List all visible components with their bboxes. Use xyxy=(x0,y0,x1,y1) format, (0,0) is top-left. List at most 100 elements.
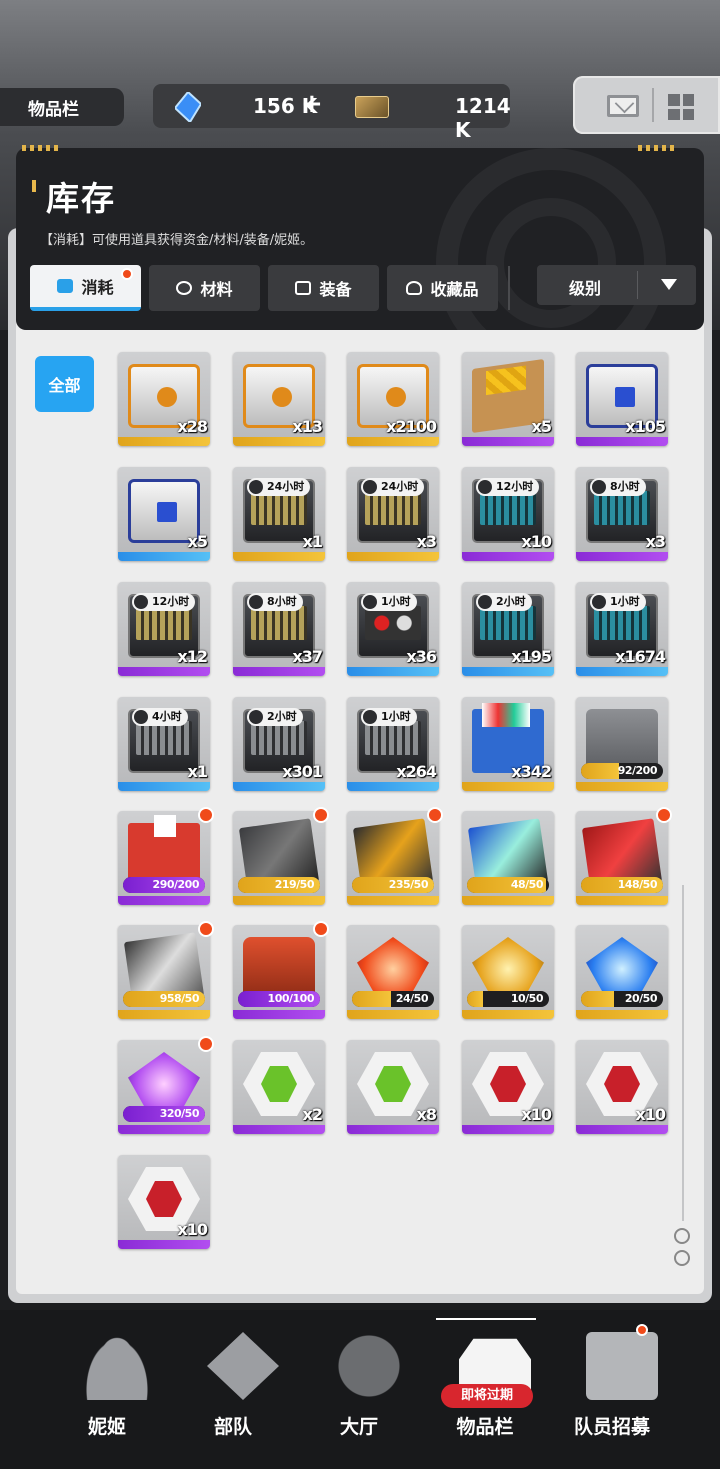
inventory-item[interactable]: x28 xyxy=(118,352,210,446)
inventory-item[interactable]: 2小时 x301 xyxy=(233,697,325,791)
rarity-bar xyxy=(462,1010,554,1019)
inventory-item[interactable]: 290/200 xyxy=(118,807,214,905)
inventory-item[interactable]: x342 xyxy=(462,697,554,791)
item-card: x2 xyxy=(233,1040,325,1134)
inventory-item[interactable]: 148/50 xyxy=(576,807,672,905)
inventory-item[interactable]: 2小时 x195 xyxy=(462,582,554,676)
filter-all-button[interactable]: 全部 xyxy=(35,356,94,412)
rarity-bar xyxy=(233,1125,325,1134)
nav-label: 部队 xyxy=(213,1416,252,1438)
tab-equipment[interactable]: 装备 xyxy=(268,265,379,311)
rarity-bar xyxy=(576,782,668,791)
item-card: 24小时 x3 xyxy=(347,467,439,561)
item-card: 12小时 x12 xyxy=(118,582,210,676)
inventory-item[interactable]: 24/50 xyxy=(347,925,439,1019)
mail-icon[interactable] xyxy=(607,95,639,117)
item-quantity: x5 xyxy=(187,532,208,551)
progress-text: 320/50 xyxy=(159,1107,200,1120)
inventory-item[interactable]: x8 xyxy=(347,1040,439,1134)
item-quantity: x105 xyxy=(625,417,666,436)
item-card: 8小时 x3 xyxy=(576,467,668,561)
add-gems-button[interactable]: + xyxy=(301,89,323,119)
item-progress: 20/50 xyxy=(581,991,663,1007)
item-progress: 148/50 xyxy=(581,877,663,893)
inventory-item[interactable]: 24小时 x1 xyxy=(233,467,325,561)
nav-item-people[interactable]: 妮姬 xyxy=(47,1320,167,1440)
inventory-item[interactable]: 8小时 x37 xyxy=(233,582,325,676)
inventory-item[interactable]: 8小时 x3 xyxy=(576,467,668,561)
inventory-item[interactable]: 958/50 xyxy=(118,921,214,1019)
inventory-item[interactable]: x13 xyxy=(233,352,325,446)
item-quantity: x10 xyxy=(521,532,552,551)
timer-badge: 2小时 xyxy=(247,708,303,726)
inventory-item[interactable]: 12小时 x10 xyxy=(462,467,554,561)
menu-grid-icon[interactable] xyxy=(668,94,694,120)
progress-text: 10/50 xyxy=(510,992,544,1005)
item-progress: 235/50 xyxy=(352,877,434,893)
item-progress: 320/50 xyxy=(123,1106,205,1122)
scroll-down-icon[interactable] xyxy=(674,1250,690,1266)
item-progress: 219/50 xyxy=(238,877,320,893)
item-card: 1小时 x264 xyxy=(347,697,439,791)
inventory-item[interactable]: x2100 xyxy=(347,352,439,446)
inventory-item[interactable]: 1小时 x36 xyxy=(347,582,439,676)
inventory-item[interactable]: 1小时 x264 xyxy=(347,697,439,791)
timer-badge: 1小时 xyxy=(361,708,417,726)
inventory-item[interactable]: x10 xyxy=(462,1040,554,1134)
gem-icon xyxy=(175,92,201,122)
inventory-item[interactable]: x5 xyxy=(118,467,210,561)
nav-item-squad[interactable]: 部队 xyxy=(173,1320,293,1440)
inventory-item[interactable]: 235/50 xyxy=(347,807,443,905)
item-quantity: x10 xyxy=(635,1105,666,1124)
inventory-item[interactable]: 1小时 x1674 xyxy=(576,582,668,676)
material-icon xyxy=(176,281,193,295)
inventory-item[interactable]: x2 xyxy=(233,1040,325,1134)
inventory-item[interactable]: 12小时 x12 xyxy=(118,582,210,676)
inventory-item[interactable]: 100/100 xyxy=(233,921,329,1019)
progress-text: 100/100 xyxy=(267,992,315,1005)
inventory-item[interactable]: 320/50 xyxy=(118,1036,214,1134)
nav-item-hall[interactable]: 大厅 xyxy=(299,1320,419,1440)
inventory-item[interactable]: 219/50 xyxy=(233,807,329,905)
progress-fill xyxy=(352,991,392,1007)
progress-text: 219/50 xyxy=(274,878,315,891)
item-quantity: x5 xyxy=(531,417,552,436)
rarity-bar xyxy=(462,437,554,446)
inventory-item[interactable]: 4小时 x1 xyxy=(118,697,210,791)
nav-item-bag[interactable]: 物品栏 xyxy=(425,1320,545,1440)
progress-text: 20/50 xyxy=(624,992,658,1005)
inventory-item[interactable]: x10 xyxy=(576,1040,668,1134)
item-progress: 290/200 xyxy=(123,877,205,893)
inventory-item[interactable]: x10 xyxy=(118,1155,210,1249)
credit-count: 1214 K xyxy=(455,94,511,142)
nav-item-recruit[interactable]: 队员招募 xyxy=(552,1320,672,1440)
notification-dot xyxy=(198,921,214,937)
tab-material[interactable]: 材料 xyxy=(149,265,260,311)
item-card: 2小时 x195 xyxy=(462,582,554,676)
inventory-item[interactable]: 48/50 xyxy=(462,811,554,905)
inventory-item[interactable]: 10/50 xyxy=(462,925,554,1019)
inventory-item[interactable]: x105 xyxy=(576,352,668,446)
rarity-bar xyxy=(347,782,439,791)
notification-dot xyxy=(656,807,672,823)
rarity-bar xyxy=(462,782,554,791)
tab-collectible[interactable]: 收藏品 xyxy=(387,265,498,311)
sort-dropdown[interactable]: 级别 xyxy=(537,265,696,305)
page-title: 库存 xyxy=(46,179,116,218)
nav-label: 妮姬 xyxy=(87,1416,126,1438)
item-card: 92/200 xyxy=(576,697,668,791)
item-progress: 958/50 xyxy=(123,991,205,1007)
inventory-item[interactable]: x5 xyxy=(462,352,554,446)
item-quantity: x10 xyxy=(521,1105,552,1124)
scroll-up-icon[interactable] xyxy=(674,1228,690,1244)
inventory-item[interactable]: 24小时 x3 xyxy=(347,467,439,561)
inventory-item[interactable]: 92/200 xyxy=(576,697,668,791)
inventory-item[interactable]: 20/50 xyxy=(576,925,668,1019)
item-card: 10/50 xyxy=(462,925,554,1019)
notification-dot xyxy=(198,807,214,823)
timer-badge: 12小时 xyxy=(132,593,196,611)
nav-label: 队员招募 xyxy=(573,1416,650,1438)
rarity-bar xyxy=(462,552,554,561)
tab-label: 装备 xyxy=(319,280,352,299)
scrollbar[interactable] xyxy=(682,885,684,1221)
